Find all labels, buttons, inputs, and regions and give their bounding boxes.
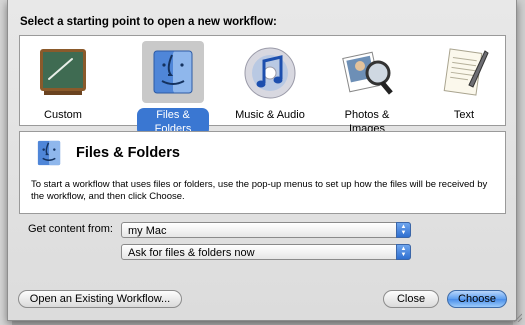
popup-arrows-icon: ▲ ▼ (396, 244, 411, 260)
sheet-heading: Select a starting point to open a new wo… (20, 16, 277, 28)
detail-description: To start a workflow that uses files or f… (31, 179, 488, 202)
content-source-value: my Mac (128, 225, 167, 237)
detail-title: Files & Folders (76, 145, 180, 161)
content-source-popup[interactable]: my Mac ▲ ▼ (121, 222, 411, 238)
finder-icon (142, 41, 204, 103)
choice-files-folders[interactable]: Files & Folders (133, 39, 213, 136)
choice-text-label: Text (453, 109, 475, 121)
choice-custom-label: Custom (44, 109, 82, 121)
starting-point-chooser: Custom Files & Folders Music & Audio Pho… (19, 35, 506, 136)
itunes-cd-icon (239, 41, 301, 103)
text-document-icon (433, 41, 495, 103)
choice-photos-images[interactable]: Photos & Images (327, 39, 407, 135)
chalkboard-icon (32, 41, 94, 103)
selection-detail-panel: Files & Folders To start a workflow that… (19, 131, 506, 214)
finder-icon (34, 138, 64, 168)
files-prompt-value: Ask for files & folders now (128, 247, 255, 259)
choice-music-audio[interactable]: Music & Audio (230, 39, 310, 121)
popup-arrows-icon: ▲ ▼ (396, 222, 411, 238)
choose-button[interactable]: Choose (447, 290, 507, 308)
close-button[interactable]: Close (383, 290, 439, 308)
choice-custom[interactable]: Custom (23, 39, 103, 121)
photos-magnifier-icon (336, 41, 398, 103)
get-content-label: Get content from: (28, 223, 113, 235)
resize-grip-icon[interactable] (512, 312, 522, 322)
open-existing-workflow-button[interactable]: Open an Existing Workflow... (18, 290, 182, 308)
new-workflow-sheet: Select a starting point to open a new wo… (7, 0, 517, 321)
choice-text[interactable]: Text (424, 39, 504, 121)
choice-music-audio-label: Music & Audio (235, 109, 305, 121)
files-prompt-popup[interactable]: Ask for files & folders now ▲ ▼ (121, 244, 411, 260)
